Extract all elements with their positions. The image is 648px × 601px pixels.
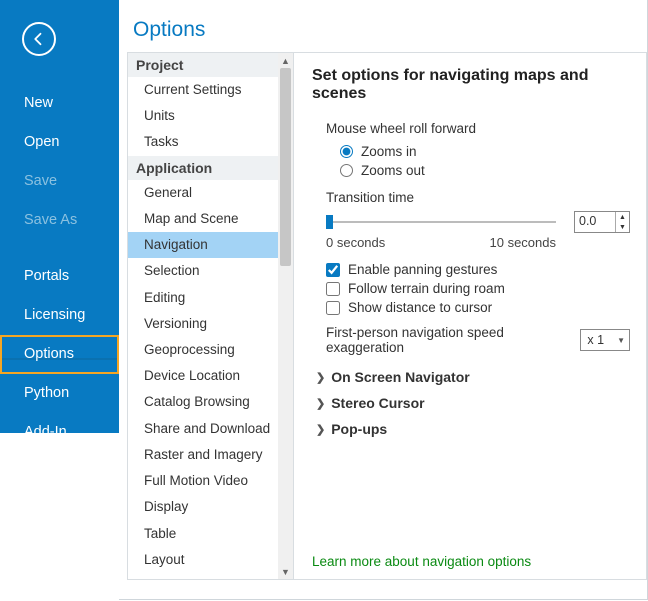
chevron-down-icon: ▼ — [617, 336, 625, 345]
spinner-value[interactable]: 0.0 — [575, 212, 615, 232]
checkbox-show-distance[interactable]: Show distance to cursor — [326, 300, 630, 315]
checkbox-terrain-input[interactable] — [326, 282, 340, 296]
tree-item-catalog-browsing[interactable]: Catalog Browsing — [128, 389, 293, 415]
checkbox-panning-input[interactable] — [326, 263, 340, 277]
sidebar-item-save: Save — [0, 162, 119, 201]
checkbox-terrain-label: Follow terrain during roam — [348, 281, 505, 296]
transition-time-label: Transition time — [326, 190, 630, 205]
sidebar-item-options[interactable]: Options — [0, 335, 119, 374]
tree-item-full-motion-video[interactable]: Full Motion Video — [128, 468, 293, 494]
tree-category-project: Project — [128, 53, 293, 77]
options-tree: Project Current Settings Units Tasks App… — [127, 52, 294, 580]
dropdown-value: x 1 — [587, 333, 604, 347]
expander-popups[interactable]: ❯ Pop-ups — [316, 421, 630, 437]
sidebar-item-new[interactable]: New — [0, 84, 119, 123]
tree-item-units[interactable]: Units — [128, 103, 293, 129]
sidebar-item-open[interactable]: Open — [0, 123, 119, 162]
tree-item-text-and-graphics[interactable]: Text and Graphics — [128, 573, 293, 579]
tree-scrollbar[interactable]: ▲ ▼ — [278, 53, 293, 579]
backstage-sidebar: New Open Save Save As Portals Licensing … — [0, 0, 119, 433]
radio-zooms-out-label: Zooms out — [361, 163, 425, 178]
transition-time-slider[interactable] — [326, 213, 556, 231]
sidebar-item-addin-manager[interactable]: Add-In Manage — [0, 413, 119, 471]
slider-max-label: 10 seconds — [490, 235, 557, 250]
checkbox-panning-gestures[interactable]: Enable panning gestures — [326, 262, 630, 277]
tree-item-table[interactable]: Table — [128, 521, 293, 547]
tree-item-display[interactable]: Display — [128, 494, 293, 520]
tree-item-layout[interactable]: Layout — [128, 547, 293, 573]
detail-heading: Set options for navigating maps and scen… — [312, 67, 630, 103]
learn-more-link[interactable]: Learn more about navigation options — [312, 554, 531, 569]
back-button[interactable] — [22, 22, 56, 56]
checkbox-distance-input[interactable] — [326, 301, 340, 315]
slider-min-label: 0 seconds — [326, 235, 385, 250]
scroll-down-icon[interactable]: ▼ — [278, 564, 293, 579]
tree-item-device-location[interactable]: Device Location — [128, 363, 293, 389]
options-detail-pane: Set options for navigating maps and scen… — [294, 52, 647, 580]
slider-thumb[interactable] — [326, 215, 333, 229]
expander-label: On Screen Navigator — [331, 369, 470, 385]
scroll-up-icon[interactable]: ▲ — [278, 53, 293, 68]
options-panel: Options Project Current Settings Units T… — [119, 0, 648, 600]
spinner-up-icon[interactable]: ▲ — [616, 212, 629, 222]
expander-label: Pop-ups — [331, 421, 387, 437]
fpv-exaggeration-label: First-person navigation speed exaggerati… — [326, 325, 570, 355]
scroll-track[interactable] — [278, 68, 293, 564]
spinner-down-icon[interactable]: ▼ — [616, 222, 629, 232]
radio-zooms-in[interactable]: Zooms in — [340, 144, 630, 159]
sidebar-item-save-as: Save As — [0, 201, 119, 240]
radio-zooms-out[interactable]: Zooms out — [340, 163, 630, 178]
radio-zooms-in-label: Zooms in — [361, 144, 417, 159]
chevron-right-icon: ❯ — [316, 371, 325, 384]
expander-stereo-cursor[interactable]: ❯ Stereo Cursor — [316, 395, 630, 411]
radio-zooms-in-input[interactable] — [340, 145, 353, 158]
tree-item-geoprocessing[interactable]: Geoprocessing — [128, 337, 293, 363]
mouse-wheel-label: Mouse wheel roll forward — [326, 121, 630, 136]
tree-item-selection[interactable]: Selection — [128, 258, 293, 284]
tree-item-raster-and-imagery[interactable]: Raster and Imagery — [128, 442, 293, 468]
scroll-thumb[interactable] — [280, 68, 291, 266]
panel-title: Options — [119, 0, 647, 52]
arrow-left-icon — [30, 30, 48, 48]
sidebar-item-licensing[interactable]: Licensing — [0, 296, 119, 335]
expander-on-screen-navigator[interactable]: ❯ On Screen Navigator — [316, 369, 630, 385]
tree-item-share-and-download[interactable]: Share and Download — [128, 416, 293, 442]
tree-item-editing[interactable]: Editing — [128, 285, 293, 311]
radio-zooms-out-input[interactable] — [340, 164, 353, 177]
sidebar-item-portals[interactable]: Portals — [0, 257, 119, 296]
tree-item-map-and-scene[interactable]: Map and Scene — [128, 206, 293, 232]
tree-item-versioning[interactable]: Versioning — [128, 311, 293, 337]
tree-item-current-settings[interactable]: Current Settings — [128, 77, 293, 103]
tree-item-navigation[interactable]: Navigation — [128, 232, 293, 258]
tree-item-general[interactable]: General — [128, 180, 293, 206]
chevron-right-icon: ❯ — [316, 397, 325, 410]
chevron-right-icon: ❯ — [316, 423, 325, 436]
transition-time-spinner[interactable]: 0.0 ▲ ▼ — [574, 211, 630, 233]
tree-item-tasks[interactable]: Tasks — [128, 129, 293, 155]
expander-label: Stereo Cursor — [331, 395, 424, 411]
tree-category-application: Application — [128, 156, 293, 180]
sidebar-item-python[interactable]: Python — [0, 374, 119, 413]
checkbox-panning-label: Enable panning gestures — [348, 262, 497, 277]
checkbox-follow-terrain[interactable]: Follow terrain during roam — [326, 281, 630, 296]
checkbox-distance-label: Show distance to cursor — [348, 300, 492, 315]
fpv-exaggeration-dropdown[interactable]: x 1 ▼ — [580, 329, 630, 351]
